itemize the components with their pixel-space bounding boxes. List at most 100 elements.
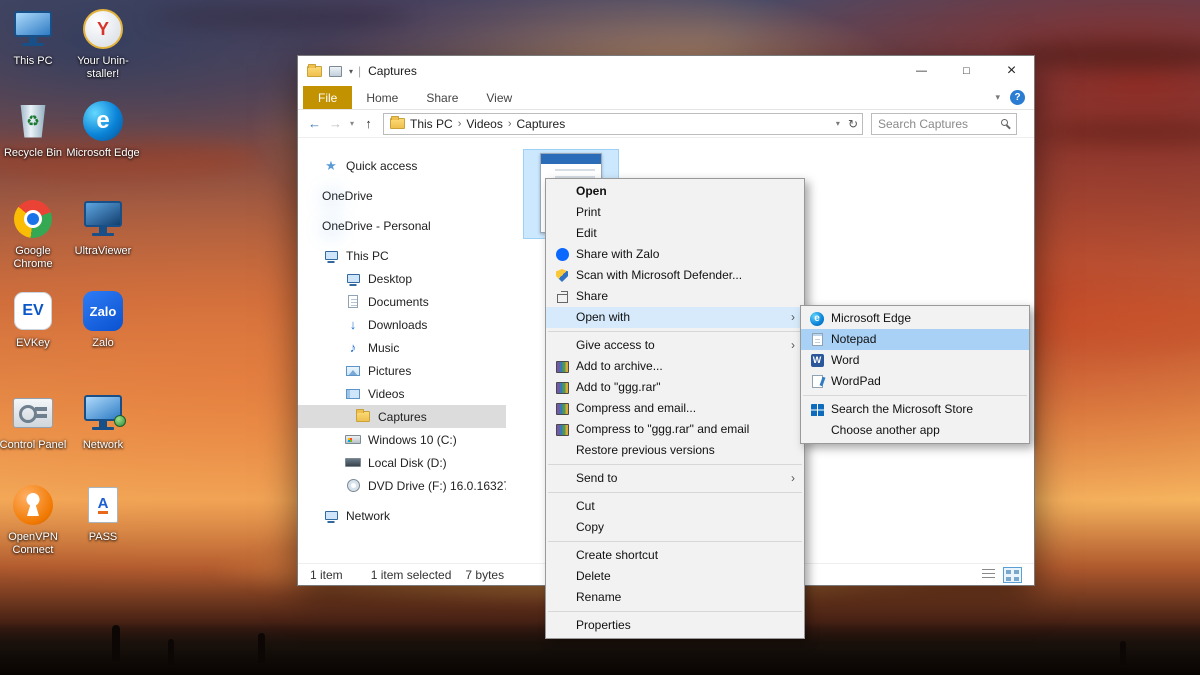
submenu-item-choose-another-app[interactable]: Choose another app (801, 420, 1029, 441)
tab-file[interactable]: File (303, 86, 352, 109)
windows-drive-icon (344, 435, 362, 444)
submenu-item-word[interactable]: WWord (801, 350, 1029, 371)
search-box (871, 113, 1017, 135)
desktop-icon-openvpn-connect[interactable]: OpenVPN Connect (0, 482, 71, 557)
edge-icon: e (809, 311, 825, 327)
ribbon-right: ▾ ? (995, 86, 1034, 109)
nav-item-network[interactable]: Network (298, 504, 506, 527)
evkey-glyph: EV (22, 302, 43, 320)
menu-separator (548, 331, 802, 332)
desktop-icon-this-pc[interactable]: This PC (0, 6, 71, 68)
cactus-silhouette (168, 639, 174, 665)
winrar-icon (554, 359, 570, 375)
details-view-button[interactable] (980, 567, 997, 581)
menu-item-open-with[interactable]: Open with› (546, 307, 804, 328)
menu-item-create-shortcut[interactable]: Create shortcut (546, 545, 804, 566)
nav-item-captures[interactable]: Captures (298, 405, 506, 428)
breadcrumb-videos[interactable]: Videos (461, 117, 507, 131)
menu-item-scan-with-defender[interactable]: Scan with Microsoft Defender... (546, 265, 804, 286)
nav-item-local-disk-d[interactable]: Local Disk (D:) (298, 451, 506, 474)
desktop-icon-network[interactable]: Network (65, 390, 141, 452)
nav-item-music[interactable]: ♪Music (298, 336, 506, 359)
submenu-item-notepad[interactable]: Notepad (801, 329, 1029, 350)
menu-item-cut[interactable]: Cut (546, 496, 804, 517)
desktop-icon-label: OpenVPN Connect (0, 531, 71, 557)
desktop-icon-your-uninstaller[interactable]: Y Your Unin-staller! (65, 6, 141, 81)
breadcrumb-this-pc[interactable]: This PC (405, 117, 458, 131)
nav-item-dvd-drive-f[interactable]: DVD Drive (F:) 16.0.16327.20264 (298, 474, 506, 497)
nav-item-desktop[interactable]: Desktop (298, 267, 506, 290)
cactus-silhouette (258, 633, 265, 663)
desktop-icon-google-chrome[interactable]: Google Chrome (0, 196, 71, 271)
breadcrumb-captures[interactable]: Captures (512, 117, 571, 131)
submenu-item-microsoft-edge[interactable]: eMicrosoft Edge (801, 308, 1029, 329)
desktop-icon-zalo[interactable]: Zalo Zalo (65, 288, 141, 350)
menu-item-share-with-zalo[interactable]: Share with Zalo (546, 244, 804, 265)
selected-size: 7 bytes (465, 568, 504, 582)
menu-item-send-to[interactable]: Send to› (546, 468, 804, 489)
desktop-icon-control-panel[interactable]: Control Panel (0, 390, 71, 452)
ribbon-collapse-icon[interactable]: ▾ (995, 92, 1000, 103)
menu-item-compress-and-email[interactable]: Compress and email... (546, 398, 804, 419)
nav-label: Network (346, 509, 390, 523)
nav-label: Captures (378, 410, 427, 424)
nav-item-this-pc[interactable]: This PC (298, 244, 506, 267)
forward-button[interactable]: → (325, 116, 346, 131)
up-button[interactable]: ↑ (358, 116, 379, 131)
back-button[interactable]: ← (304, 116, 325, 131)
nav-item-pictures[interactable]: Pictures (298, 359, 506, 382)
qat-customize-icon[interactable]: ▾ (349, 67, 353, 76)
minimize-button[interactable]: — (899, 56, 944, 86)
submenu-arrow-icon: › (791, 307, 795, 328)
menu-item-properties[interactable]: Properties (546, 615, 804, 636)
address-dropdown-icon[interactable]: ▾ (836, 119, 840, 128)
menu-item-restore-previous-versions[interactable]: Restore previous versions (546, 440, 804, 461)
winrar-icon (554, 380, 570, 396)
help-icon[interactable]: ? (1010, 90, 1025, 105)
desktop-icon-pass[interactable]: A PASS (65, 482, 141, 544)
recent-locations-icon[interactable]: ▾ (346, 119, 358, 128)
menu-item-share[interactable]: Share (546, 286, 804, 307)
close-button[interactable]: × (989, 56, 1034, 86)
search-icon[interactable] (1001, 119, 1008, 126)
desktop-icon-evkey[interactable]: EV EVKey (0, 288, 71, 350)
dvd-icon (344, 479, 362, 492)
menu-item-print[interactable]: Print (546, 202, 804, 223)
desktop-icon-microsoft-edge[interactable]: e Microsoft Edge (65, 98, 141, 160)
nav-item-onedrive-personal[interactable]: ☁OneDrive - Personal (298, 214, 506, 237)
nav-item-videos[interactable]: Videos (298, 382, 506, 405)
menu-item-open[interactable]: Open (546, 181, 804, 202)
menu-item-add-to-ggg-rar[interactable]: Add to "ggg.rar" (546, 377, 804, 398)
nav-item-downloads[interactable]: ↓Downloads (298, 313, 506, 336)
desktop-icon-recycle-bin[interactable]: ♻ Recycle Bin (0, 98, 71, 160)
nav-item-quick-access[interactable]: ★Quick access (298, 154, 506, 177)
menu-item-edit[interactable]: Edit (546, 223, 804, 244)
submenu-item-wordpad[interactable]: WordPad (801, 371, 1029, 392)
tab-view[interactable]: View (472, 86, 526, 109)
menu-item-give-access-to[interactable]: Give access to› (546, 335, 804, 356)
share-icon (554, 289, 570, 305)
address-bar[interactable]: This PC › Videos › Captures ▾ ↻ (383, 113, 863, 135)
network-icon (84, 395, 122, 421)
menu-item-delete[interactable]: Delete (546, 566, 804, 587)
nav-item-documents[interactable]: Documents (298, 290, 506, 313)
menu-item-rename[interactable]: Rename (546, 587, 804, 608)
tab-home[interactable]: Home (352, 86, 412, 109)
search-input[interactable] (872, 117, 997, 131)
refresh-icon[interactable]: ↻ (848, 117, 858, 131)
qat-properties-icon[interactable] (329, 66, 342, 77)
openvpn-icon (13, 485, 53, 525)
thumbnail-view-button[interactable] (1003, 567, 1022, 583)
menu-item-compress-to-ggg-rar-and-email[interactable]: Compress to "ggg.rar" and email (546, 419, 804, 440)
nav-item-onedrive[interactable]: ☁OneDrive (298, 184, 506, 207)
menu-item-add-to-archive[interactable]: Add to archive... (546, 356, 804, 377)
nav-label: Downloads (368, 318, 427, 332)
menu-separator (548, 464, 802, 465)
nav-item-windows-10-c[interactable]: Windows 10 (C:) (298, 428, 506, 451)
menu-separator (548, 541, 802, 542)
menu-item-copy[interactable]: Copy (546, 517, 804, 538)
tab-share[interactable]: Share (412, 86, 472, 109)
maximize-button[interactable]: □ (944, 56, 989, 86)
submenu-item-search-microsoft-store[interactable]: Search the Microsoft Store (801, 399, 1029, 420)
desktop-icon-ultraviewer[interactable]: UltraViewer (65, 196, 141, 258)
